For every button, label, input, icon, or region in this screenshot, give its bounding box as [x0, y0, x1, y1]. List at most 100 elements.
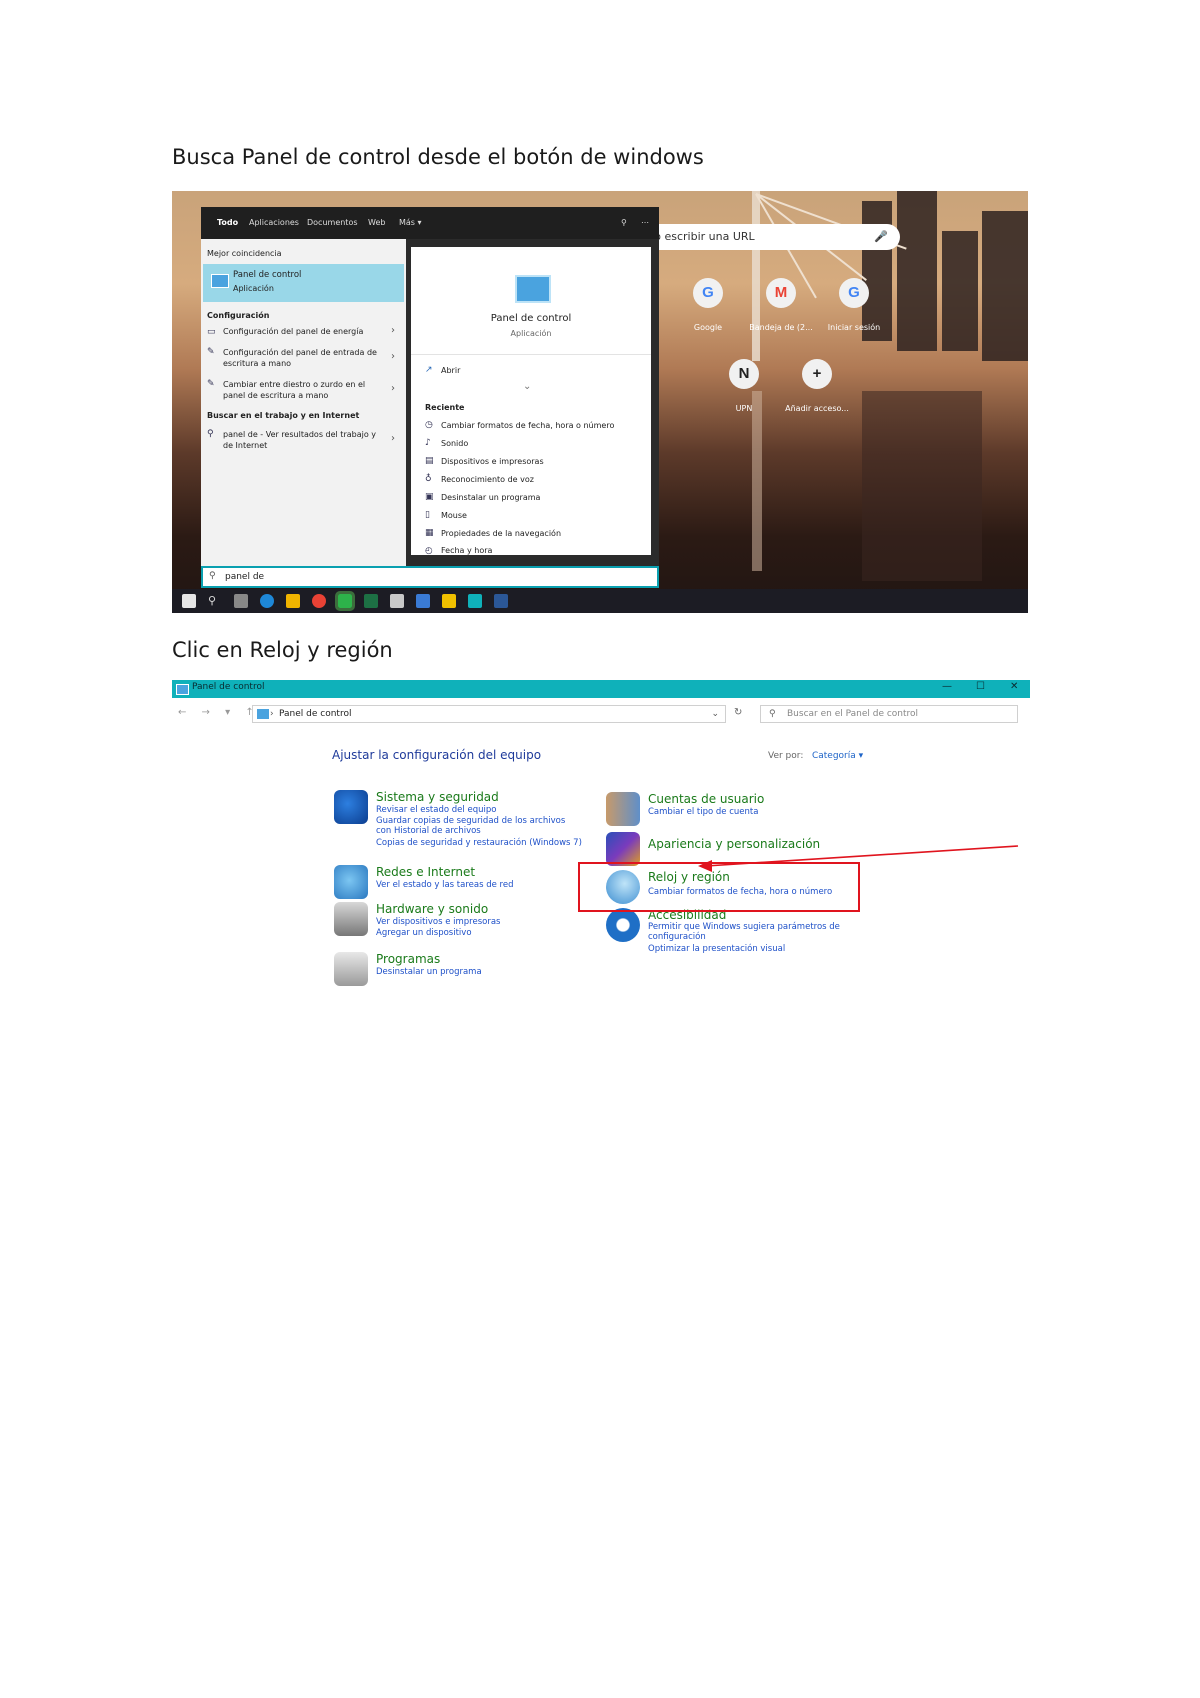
category-link[interactable]: Guardar copias de seguridad de los archi…	[376, 816, 576, 836]
more-options-icon[interactable]: ⋯	[641, 218, 649, 227]
file-explorer-icon[interactable]	[286, 594, 300, 608]
chevron-right-icon[interactable]: ›	[391, 351, 395, 362]
tab-documentos[interactable]: Documentos	[307, 218, 358, 227]
add-shortcut-icon[interactable]: +	[802, 359, 832, 389]
config-item[interactable]: Configuración del panel de entrada de es…	[223, 347, 378, 369]
chevron-down-icon[interactable]: ⌄	[711, 706, 719, 722]
search-icon: ⚲	[209, 571, 216, 581]
close-button[interactable]: ✕	[1010, 681, 1018, 692]
category-title[interactable]: Hardware y sonido	[376, 902, 488, 916]
chevron-right-icon[interactable]: ›	[391, 433, 395, 444]
excel-icon[interactable]	[364, 594, 378, 608]
mouse-icon: ▯	[425, 510, 430, 520]
recent-item[interactable]: Fecha y hora	[441, 546, 492, 555]
folder-icon[interactable]	[442, 594, 456, 608]
category-link[interactable]: Permitir que Windows sugiera parámetros …	[648, 922, 848, 942]
start-search-panel: Todo Aplicaciones Documentos Web Más ▾ ⚲…	[201, 207, 659, 579]
windows-start-icon[interactable]	[182, 594, 196, 608]
control-panel-search-input[interactable]: ⚲ Buscar en el Panel de control	[760, 705, 1018, 723]
edge-icon[interactable]	[260, 594, 274, 608]
microphone-icon: ♁	[425, 474, 432, 484]
category-title[interactable]: Redes e Internet	[376, 865, 475, 879]
tab-web[interactable]: Web	[368, 218, 385, 227]
accessibility-icon	[606, 908, 640, 942]
pen-icon: ✎	[207, 347, 215, 357]
recent-item[interactable]: Sonido	[441, 439, 468, 448]
shortcut-google-icon[interactable]: G	[693, 278, 723, 308]
chevron-right-icon[interactable]: ›	[391, 325, 395, 336]
maximize-button[interactable]: ☐	[976, 681, 985, 692]
category-title[interactable]: Programas	[376, 952, 440, 966]
bridge-pylon	[752, 191, 760, 361]
control-panel-screenshot: Panel de control — ☐ ✕ ← → ▾ ↑ › Panel d…	[172, 680, 1030, 990]
search-icon[interactable]: ⚲	[208, 594, 222, 608]
chevron-right-icon[interactable]: ›	[391, 383, 395, 394]
category-link[interactable]: Desinstalar un programa	[376, 967, 482, 977]
category-title[interactable]: Cuentas de usuario	[648, 792, 764, 806]
refresh-icon[interactable]: ↻	[734, 707, 742, 718]
step2-heading: Clic en Reloj y región	[172, 638, 393, 662]
best-match-item[interactable]: Panel de control Aplicación	[203, 264, 404, 302]
config-item[interactable]: Cambiar entre diestro o zurdo en el pane…	[223, 379, 378, 401]
address-bar[interactable]: › Panel de control ⌄	[252, 705, 726, 723]
control-panel-icon	[257, 709, 269, 719]
category-link[interactable]: Agregar un dispositivo	[376, 928, 472, 938]
step1-heading: Busca Panel de control desde el botón de…	[172, 145, 704, 169]
recent-item[interactable]: Mouse	[441, 511, 467, 520]
recent-item[interactable]: Propiedades de la navegación	[441, 529, 561, 538]
best-match-label: Mejor coincidencia	[207, 249, 282, 258]
tab-todo[interactable]: Todo	[217, 218, 238, 227]
open-action[interactable]: Abrir	[441, 366, 460, 375]
taskbar: ⚲	[172, 589, 1028, 613]
results-list: Mejor coincidencia Panel de control Apli…	[201, 239, 406, 579]
recent-item[interactable]: Cambiar formatos de fecha, hora o número	[441, 421, 614, 430]
category-link[interactable]: Ver dispositivos e impresoras	[376, 917, 500, 927]
preview-title: Panel de control	[490, 313, 572, 324]
building-silhouette	[942, 231, 978, 351]
app-icon[interactable]	[390, 594, 404, 608]
microphone-icon[interactable]: 🎤	[874, 224, 888, 250]
shortcut-google-signin-icon[interactable]: G	[839, 278, 869, 308]
shortcut-gmail-icon[interactable]: M	[766, 278, 796, 308]
recent-item[interactable]: Desinstalar un programa	[441, 493, 540, 502]
browser-search-input[interactable]: e o escribir una URL 🎤	[630, 224, 900, 250]
recent-item[interactable]: Reconocimiento de voz	[441, 475, 534, 484]
web-search-label: Buscar en el trabajo y en Internet	[207, 411, 360, 420]
tab-aplicaciones[interactable]: Aplicaciones	[249, 218, 299, 227]
category-title[interactable]: Sistema y seguridad	[376, 790, 499, 804]
expand-icon[interactable]: ⌄	[523, 381, 531, 392]
minimize-button[interactable]: —	[942, 681, 952, 692]
search-icon: ⚲	[207, 429, 214, 439]
category-link[interactable]: Ver el estado y las tareas de red	[376, 880, 513, 890]
printer-icon	[334, 902, 368, 936]
task-view-icon[interactable]	[234, 594, 248, 608]
navigation-arrows[interactable]: ← → ▾ ↑	[178, 707, 260, 718]
category-link[interactable]: Cambiar el tipo de cuenta	[648, 807, 758, 817]
preview-pane: Panel de control Aplicación ↗ Abrir ⌄ Re…	[411, 247, 651, 556]
control-panel-icon[interactable]	[468, 594, 482, 608]
config-item[interactable]: Configuración del panel de energía	[223, 327, 363, 336]
open-icon: ↗	[425, 365, 433, 375]
date-time-icon: ◴	[425, 546, 433, 556]
app-icon[interactable]	[335, 591, 355, 611]
search-tabs: Todo Aplicaciones Documentos Web Más ▾ ⚲…	[201, 207, 659, 239]
search-icon: ⚲	[769, 709, 776, 719]
users-icon	[606, 792, 640, 826]
recent-item[interactable]: Dispositivos e impresoras	[441, 457, 544, 466]
category-link[interactable]: Optimizar la presentación visual	[648, 944, 785, 954]
config-label: Configuración	[207, 311, 270, 320]
view-by-dropdown[interactable]: Categoría ▾	[812, 751, 863, 761]
shortcut-upn-icon[interactable]: N	[729, 359, 759, 389]
window-titlebar: Panel de control — ☐ ✕	[172, 680, 1030, 698]
word-icon[interactable]	[494, 594, 508, 608]
chrome-icon[interactable]	[312, 594, 326, 608]
tab-mas[interactable]: Más ▾	[399, 218, 422, 227]
appearance-icon	[606, 832, 640, 866]
feedback-icon[interactable]: ⚲	[621, 218, 627, 227]
pen-icon: ✎	[207, 379, 215, 389]
category-link[interactable]: Revisar el estado del equipo	[376, 805, 496, 815]
calculator-icon[interactable]	[416, 594, 430, 608]
start-search-input[interactable]: ⚲ panel de	[201, 566, 659, 588]
category-link[interactable]: Copias de seguridad y restauración (Wind…	[376, 838, 582, 848]
web-search-item[interactable]: panel de - Ver resultados del trabajo y …	[223, 429, 378, 451]
